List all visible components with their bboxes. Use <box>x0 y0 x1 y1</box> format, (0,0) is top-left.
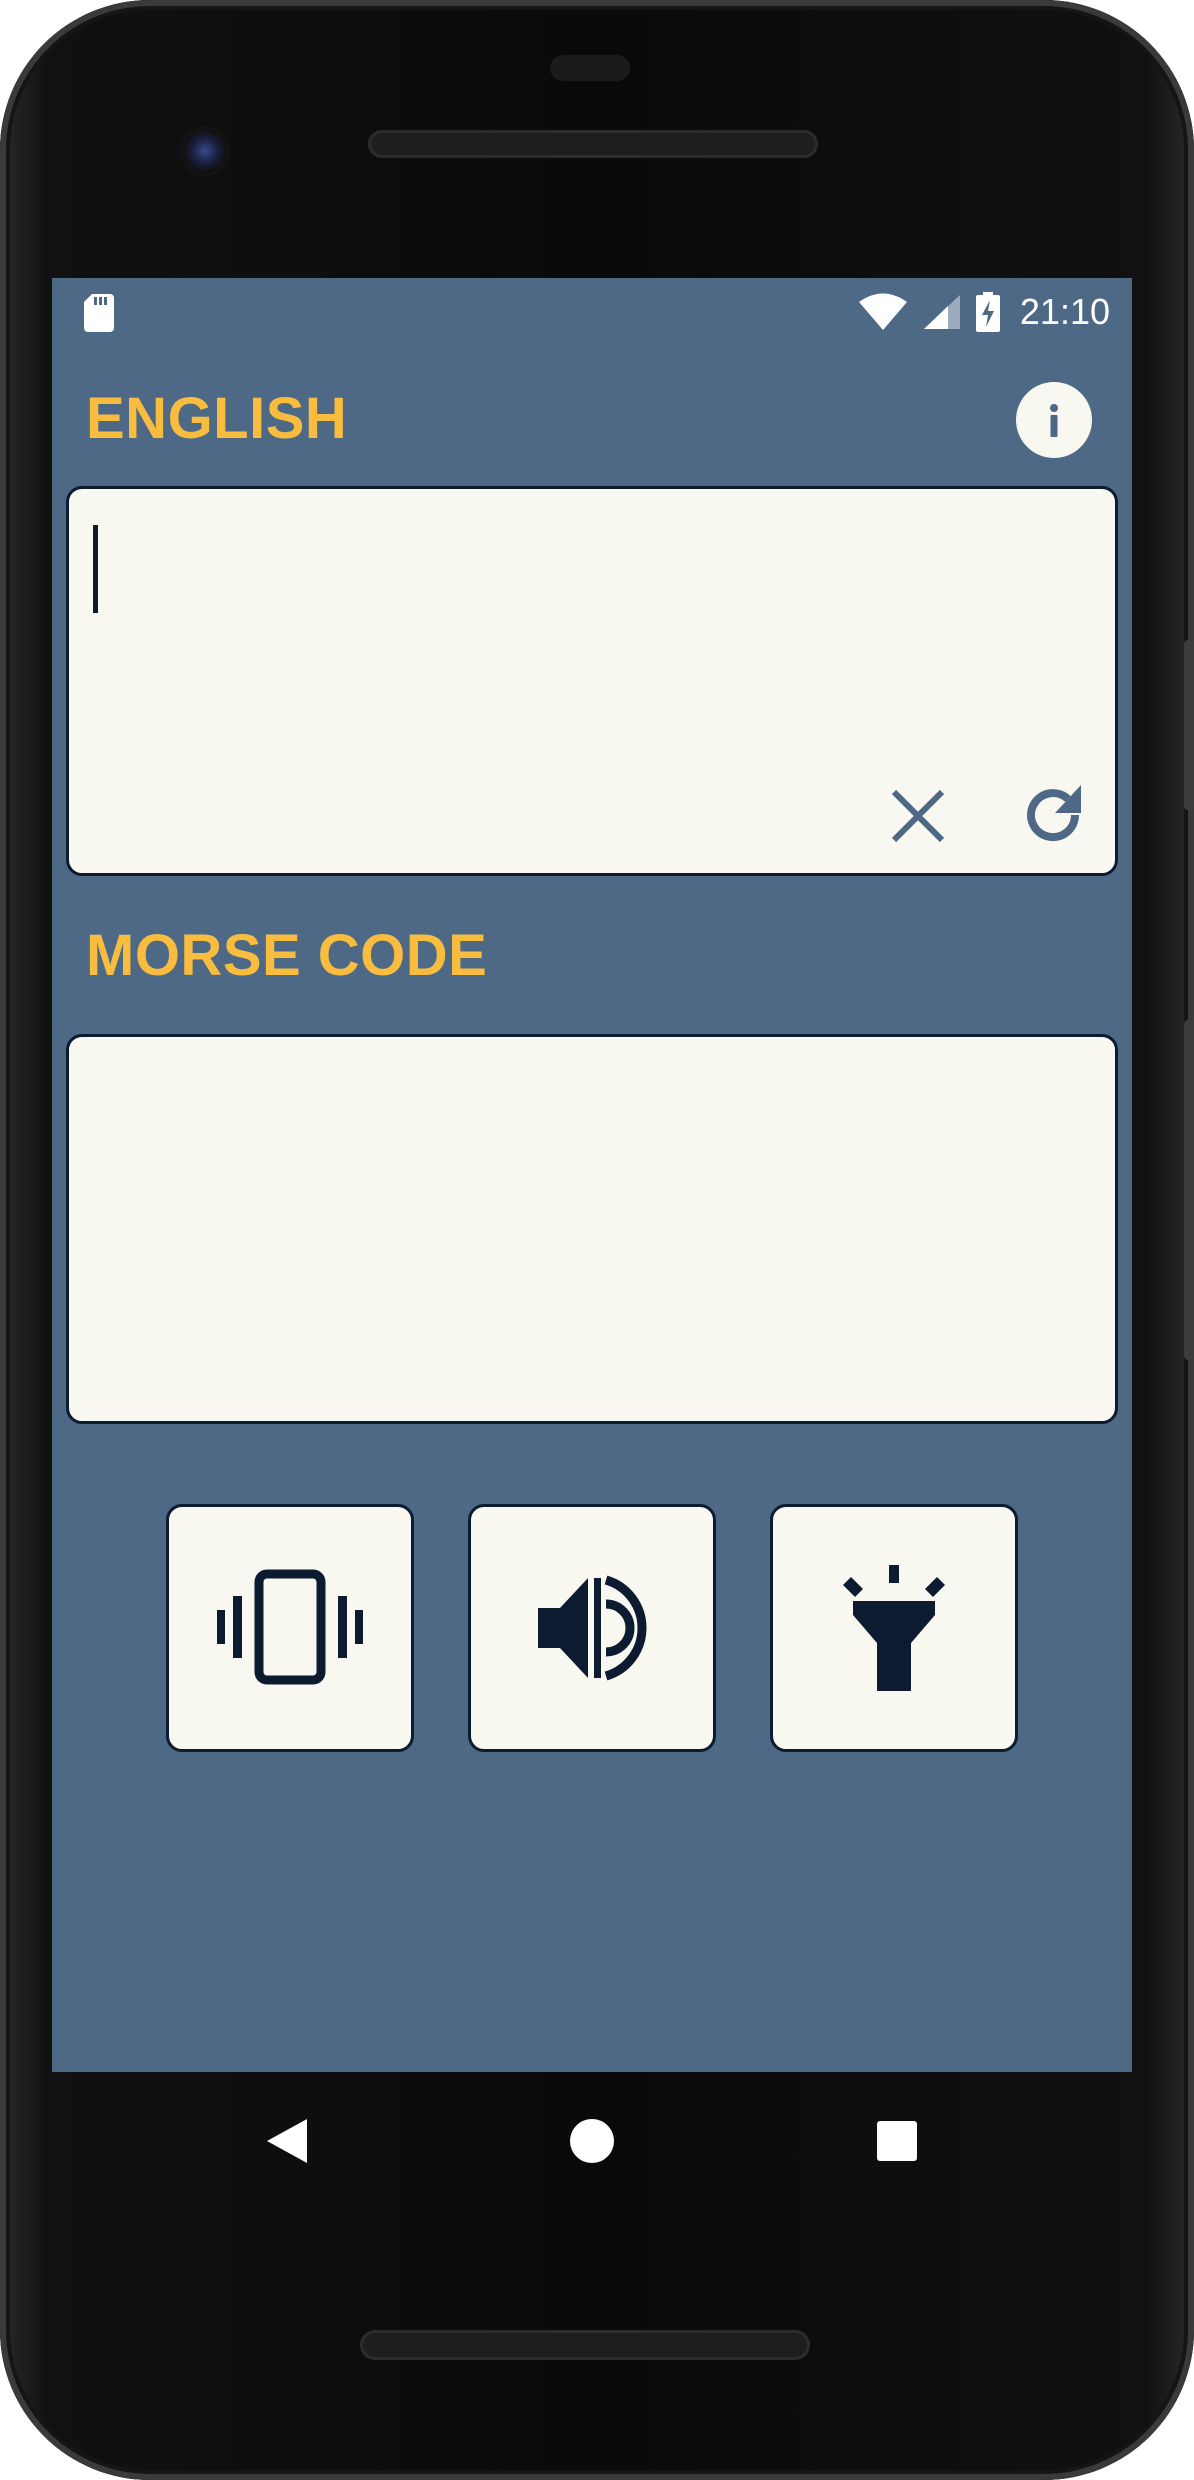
power-button <box>1184 640 1194 810</box>
recent-apps-icon <box>877 2121 917 2161</box>
refresh-button[interactable] <box>1015 777 1091 853</box>
bottom-speaker <box>360 2330 810 2360</box>
english-input-panel <box>66 486 1118 876</box>
flashlight-icon <box>843 1565 945 1691</box>
sound-button[interactable] <box>468 1504 716 1752</box>
status-icons: 21:10 <box>858 288 1110 336</box>
nav-recent-button[interactable] <box>852 2096 942 2186</box>
morse-output-panel <box>66 1034 1118 1424</box>
phone-frame: 21:10 ENGLISH MORSE CODE <box>0 0 1194 2480</box>
status-bar: 21:10 <box>52 278 1132 346</box>
clear-button[interactable] <box>883 781 953 851</box>
back-icon <box>267 2119 307 2163</box>
morse-output <box>89 1057 1095 1401</box>
info-button[interactable] <box>1016 382 1092 458</box>
info-icon <box>1050 404 1058 437</box>
nav-back-button[interactable] <box>242 2096 332 2186</box>
front-camera <box>180 126 230 176</box>
vibrate-icon <box>217 1569 363 1685</box>
earpiece-speaker <box>368 130 818 158</box>
refresh-icon <box>1027 785 1081 842</box>
proximity-sensor <box>550 55 630 81</box>
battery-charging-icon <box>975 292 1000 332</box>
english-input[interactable] <box>69 489 1115 873</box>
home-icon <box>570 2119 614 2163</box>
nav-home-button[interactable] <box>547 2096 637 2186</box>
vibrate-button[interactable] <box>166 1504 414 1752</box>
morse-title: MORSE CODE <box>86 923 488 988</box>
flashlight-button[interactable] <box>770 1504 1018 1752</box>
sd-card-icon <box>84 294 114 332</box>
text-cursor <box>93 525 98 613</box>
speaker-icon <box>538 1575 647 1681</box>
volume-button <box>1184 1020 1194 1360</box>
signal-icon <box>923 295 960 329</box>
close-icon <box>891 789 945 843</box>
app-screen: 21:10 ENGLISH MORSE CODE <box>52 278 1132 2072</box>
wifi-icon <box>858 293 907 330</box>
english-title: ENGLISH <box>86 386 348 451</box>
status-time: 21:10 <box>1019 291 1110 332</box>
nav-bar <box>52 2072 1132 2202</box>
